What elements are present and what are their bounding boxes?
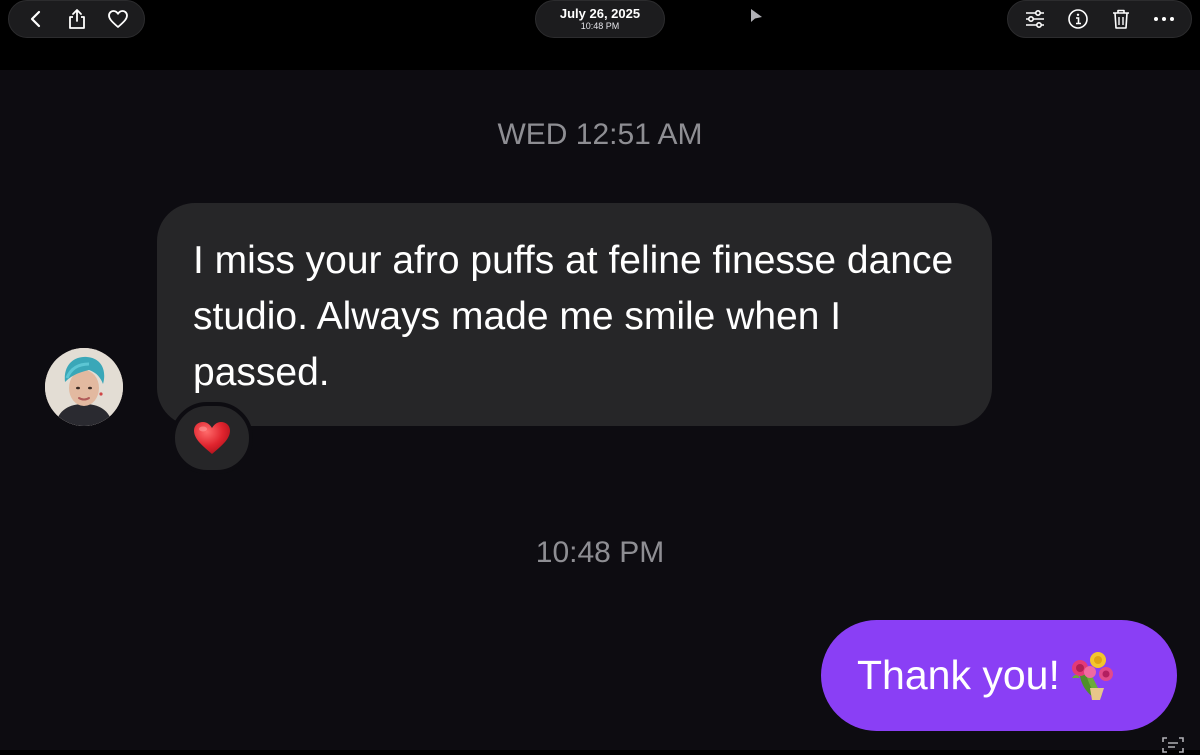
info-icon [1068,9,1088,29]
outgoing-message-text: Thank you! [857,652,1060,698]
pointer-cursor-icon [751,9,762,22]
delete-button[interactable] [1106,4,1136,34]
left-action-group [8,0,145,38]
chevron-left-icon [30,10,40,28]
incoming-message-text: I miss your afro puffs at feline finesse… [193,239,954,394]
share-icon [68,9,85,29]
date-time-pill[interactable]: July 26, 2025 10:48 PM [535,0,665,38]
favorite-button[interactable] [103,4,133,34]
message-timestamp-2: 10:48 PM [535,536,665,569]
right-action-group [1007,0,1192,38]
incoming-message-bubble[interactable]: I miss your afro puffs at feline finesse… [157,203,992,426]
share-button[interactable] [62,4,92,34]
top-toolbar: July 26, 2025 10:48 PM [0,0,1200,70]
bouquet-icon [1071,651,1113,700]
heart-icon [107,10,128,28]
heart-reaction-icon [194,422,230,454]
avatar-photo-icon [45,348,123,426]
outgoing-message-bubble[interactable]: Thank you! [821,620,1177,731]
heart-reaction[interactable] [171,402,253,474]
more-icon [1153,17,1174,21]
photo-date: July 26, 2025 [559,6,641,21]
info-button[interactable] [1063,4,1093,34]
message-timestamp: WED 12:51 AM [497,118,703,151]
live-text-icon[interactable] [1160,735,1186,755]
conversation-view: WED 12:51 AM I miss your afro puffs at f… [0,70,1200,753]
contact-avatar[interactable] [45,348,123,426]
adjust-button[interactable] [1020,4,1050,34]
adjustments-icon [1026,9,1045,29]
photo-time: 10:48 PM [580,21,620,31]
back-button[interactable] [21,4,51,34]
trash-icon [1112,9,1129,29]
more-button[interactable] [1149,4,1179,34]
